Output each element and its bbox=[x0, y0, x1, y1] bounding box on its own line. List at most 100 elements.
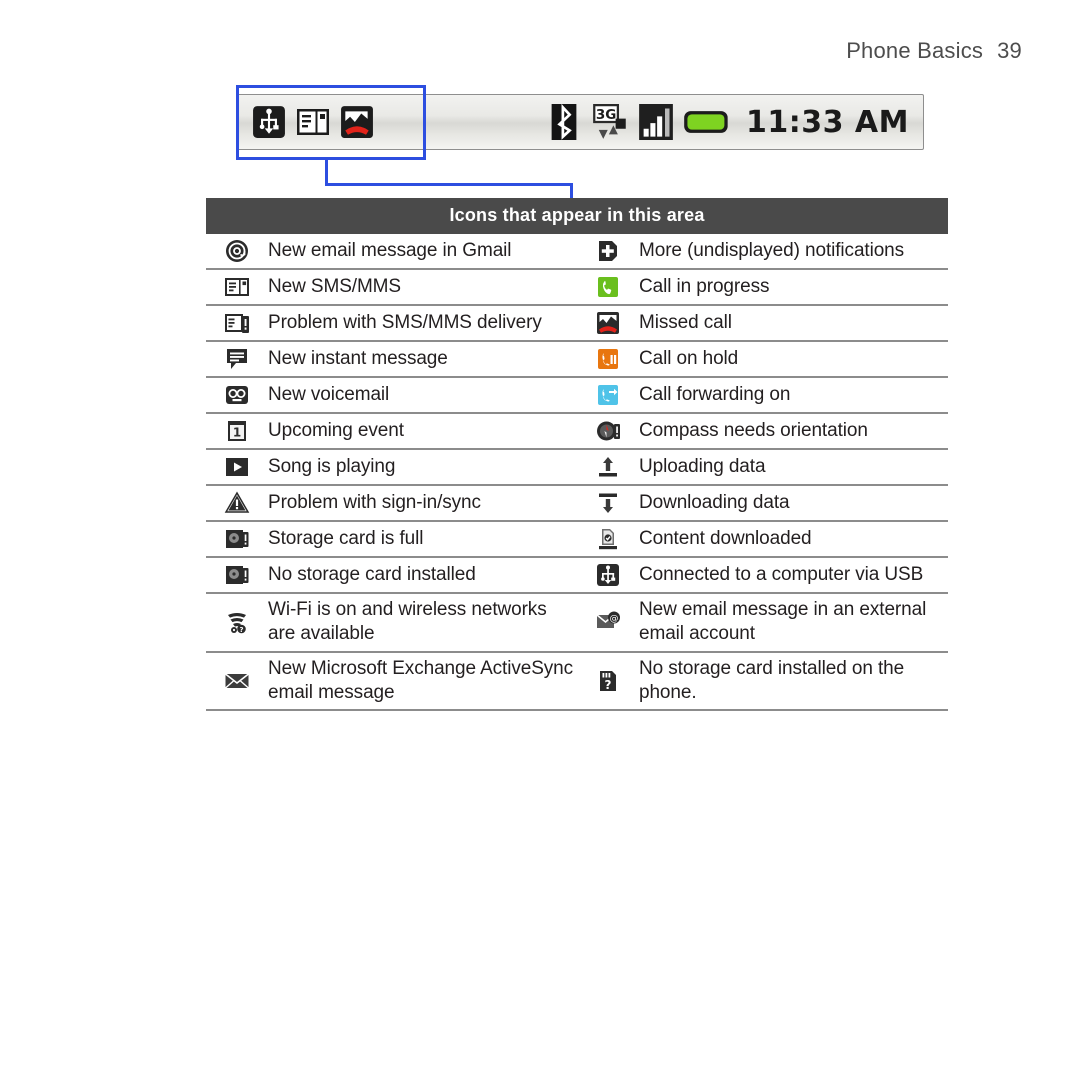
table-row: ? Wi-Fi is on and wireless networks are … bbox=[206, 594, 948, 653]
table-cell-label: Call in progress bbox=[639, 275, 770, 297]
missed-call-icon bbox=[577, 310, 639, 336]
table-cell-label: Storage card is full bbox=[268, 527, 424, 549]
status-bar-left-icons bbox=[249, 102, 377, 142]
table-cell-left: ? Wi-Fi is on and wireless networks are … bbox=[206, 594, 577, 651]
table-cell-left: New Microsoft Exchange ActiveSync email … bbox=[206, 653, 577, 710]
downloading-data-icon bbox=[577, 490, 639, 516]
new-sms-icon bbox=[293, 102, 333, 142]
table-cell-right: More (undisplayed) notifications bbox=[577, 234, 948, 268]
exchange-email-icon bbox=[206, 668, 268, 694]
table-cell-label: Uploading data bbox=[639, 455, 766, 477]
table-cell-label: Problem with sign-in/sync bbox=[268, 491, 481, 513]
table-cell-right: Downloading data bbox=[577, 486, 948, 520]
table-cell-left: Song is playing bbox=[206, 450, 577, 484]
table-cell-left: Problem with sign-in/sync bbox=[206, 486, 577, 520]
page-header: Phone Basics 39 bbox=[846, 38, 1022, 64]
svg-text:?: ? bbox=[605, 678, 612, 692]
no-storage-card-icon bbox=[206, 562, 268, 588]
gmail-at-icon bbox=[206, 238, 268, 264]
callout-leader-segment bbox=[325, 183, 573, 186]
song-playing-icon bbox=[206, 454, 268, 480]
sms-delivery-problem-icon bbox=[206, 310, 268, 336]
table-cell-left: No storage card installed bbox=[206, 558, 577, 592]
table-row: New Microsoft Exchange ActiveSync email … bbox=[206, 653, 948, 712]
table-row: Problem with sign-in/sync Downloading da… bbox=[206, 486, 948, 522]
table-cell-left: New voicemail bbox=[206, 378, 577, 412]
more-notifications-icon bbox=[577, 238, 639, 264]
svg-text:?: ? bbox=[239, 626, 243, 634]
header-section-title: Phone Basics bbox=[846, 38, 984, 63]
table-row: No storage card installed Connected to a… bbox=[206, 558, 948, 594]
call-on-hold-icon bbox=[577, 346, 639, 372]
call-forwarding-icon bbox=[577, 382, 639, 408]
battery-icon bbox=[682, 102, 732, 142]
table-cell-right: Call on hold bbox=[577, 342, 948, 376]
table-cell-left: Problem with SMS/MMS delivery bbox=[206, 306, 577, 340]
new-sms-mms-icon bbox=[206, 274, 268, 300]
table-cell-right: Uploading data bbox=[577, 450, 948, 484]
table-cell-label: Connected to a computer via USB bbox=[639, 563, 924, 585]
table-cell-left: New instant message bbox=[206, 342, 577, 376]
sign-in-sync-problem-icon bbox=[206, 490, 268, 516]
usb-connected-icon bbox=[577, 562, 639, 588]
table-cell-right: Missed call bbox=[577, 306, 948, 340]
upcoming-event-icon: 1 bbox=[206, 418, 268, 444]
table-cell-label: Call forwarding on bbox=[639, 383, 791, 405]
table-cell-right: @ New email message in an external email… bbox=[577, 594, 948, 651]
table-header-title: Icons that appear in this area bbox=[206, 198, 948, 234]
table-cell-label: New SMS/MMS bbox=[268, 275, 401, 297]
table-cell-label: Problem with SMS/MMS delivery bbox=[268, 311, 542, 333]
table-cell-left: 1 Upcoming event bbox=[206, 414, 577, 448]
compass-orientation-icon bbox=[577, 418, 639, 444]
table-cell-label: Upcoming event bbox=[268, 419, 404, 441]
table-cell-left: New SMS/MMS bbox=[206, 270, 577, 304]
table-cell-right: Connected to a computer via USB bbox=[577, 558, 948, 592]
table-row: Problem with SMS/MMS delivery Missed cal… bbox=[206, 306, 948, 342]
table-row: 1 Upcoming event Compass needs orientati… bbox=[206, 414, 948, 450]
table-cell-right: Call forwarding on bbox=[577, 378, 948, 412]
missed-call-icon bbox=[337, 102, 377, 142]
table-cell-right: Call in progress bbox=[577, 270, 948, 304]
uploading-data-icon bbox=[577, 454, 639, 480]
table-cell-left: New email message in Gmail bbox=[206, 234, 577, 268]
table-row: Song is playing Uploading data bbox=[206, 450, 948, 486]
storage-card-full-icon bbox=[206, 526, 268, 552]
table-row: New email message in Gmail More (undispl… bbox=[206, 234, 948, 270]
table-cell-label: New email message in an external email a… bbox=[639, 599, 927, 645]
svg-text:3G: 3G bbox=[596, 107, 616, 123]
table-cell-label: Downloading data bbox=[639, 491, 790, 513]
table-cell-label: No storage card installed on the phone. bbox=[639, 657, 905, 703]
table-row: Storage card is full Content downloaded bbox=[206, 522, 948, 558]
svg-text:1: 1 bbox=[233, 426, 241, 440]
table-cell-label: Missed call bbox=[639, 311, 732, 333]
table-cell-right: ? No storage card installed on the phone… bbox=[577, 653, 948, 710]
table-cell-label: New Microsoft Exchange ActiveSync email … bbox=[268, 657, 574, 703]
table-cell-label: No storage card installed bbox=[268, 563, 476, 585]
wifi-available-icon: ? bbox=[206, 609, 268, 635]
instant-message-icon bbox=[206, 346, 268, 372]
table-cell-label: Call on hold bbox=[639, 347, 739, 369]
external-email-icon: @ bbox=[577, 609, 639, 635]
bluetooth-icon bbox=[544, 102, 584, 142]
table-row: New voicemail Call forwarding on bbox=[206, 378, 948, 414]
table-row: New SMS/MMS Call in progress bbox=[206, 270, 948, 306]
status-bar-figure: 3G 11:33 AM bbox=[236, 94, 924, 150]
table-cell-label: Wi-Fi is on and wireless networks are av… bbox=[268, 599, 547, 645]
page-number: 39 bbox=[997, 38, 1022, 63]
table-cell-left: Storage card is full bbox=[206, 522, 577, 556]
icon-reference-table: Icons that appear in this area New email… bbox=[206, 198, 948, 712]
table-cell-label: Song is playing bbox=[268, 455, 396, 477]
signal-strength-icon bbox=[636, 102, 676, 142]
content-downloaded-icon bbox=[577, 526, 639, 552]
table-cell-label: Compass needs orientation bbox=[639, 419, 868, 441]
table-cell-label: New voicemail bbox=[268, 383, 390, 405]
table-cell-label: New email message in Gmail bbox=[268, 239, 512, 261]
call-in-progress-icon bbox=[577, 274, 639, 300]
status-bar-clock: 11:33 AM bbox=[745, 104, 909, 140]
3g-data-icon: 3G bbox=[590, 102, 630, 142]
table-cell-right: Content downloaded bbox=[577, 522, 948, 556]
table-cell-label: New instant message bbox=[268, 347, 448, 369]
table-cell-label: Content downloaded bbox=[639, 527, 812, 549]
voicemail-icon bbox=[206, 382, 268, 408]
callout-leader-segment bbox=[325, 158, 328, 186]
